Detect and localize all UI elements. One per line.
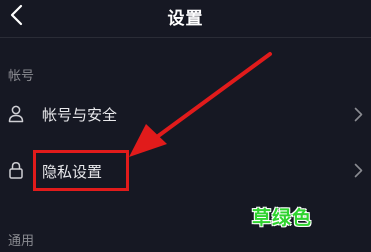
person-icon [8,105,24,123]
row-label-account-security: 帐号与安全 [42,106,118,124]
page-title: 设置 [167,9,204,29]
header-divider [0,37,371,38]
chevron-right-icon [354,107,363,122]
lock-icon [9,162,23,179]
chevron-right-icon [354,163,363,178]
section-label-general: 通用 [8,234,35,249]
section-label-account: 帐号 [8,69,35,84]
watermark: 草绿色 [252,207,313,229]
settings-row-account-security[interactable]: 帐号与安全 [0,92,371,136]
top-bar: 设置 [0,0,371,32]
annotation-highlight-box [33,150,129,191]
